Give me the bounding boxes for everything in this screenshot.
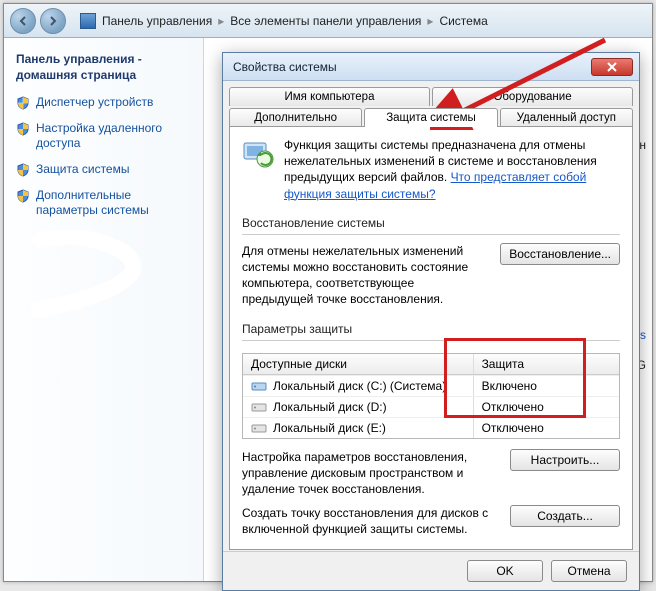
breadcrumb-label: Все элементы панели управления	[230, 14, 421, 28]
sidebar-item-label: Защита системы	[36, 162, 129, 178]
breadcrumb-label: Система	[439, 14, 487, 28]
drive-status: Отключено	[474, 418, 619, 438]
dialog-titlebar[interactable]: Свойства системы	[223, 53, 639, 81]
toolbar: Панель управления ▸ Все элементы панели у…	[4, 4, 652, 38]
drive-name: Локальный диск (E:)	[273, 421, 386, 435]
sidebar-heading: Панель управления - домашняя страница	[16, 52, 191, 83]
table-row[interactable]: Локальный диск (C:) (Система) Включено	[243, 375, 619, 396]
table-row[interactable]: Локальный диск (D:) Отключено	[243, 396, 619, 417]
sidebar: Панель управления - домашняя страница Ди…	[4, 38, 204, 581]
create-button[interactable]: Создать...	[510, 505, 620, 527]
breadcrumb-item[interactable]: Система	[439, 14, 487, 28]
breadcrumb-item[interactable]: Панель управления ▸	[102, 14, 224, 28]
shield-icon	[16, 122, 30, 136]
sidebar-item-system-protection[interactable]: Защита системы	[16, 162, 191, 178]
col-header-status: Защита	[474, 354, 619, 374]
chevron-right-icon: ▸	[427, 14, 433, 28]
tab-label: Удаленный доступ	[517, 112, 616, 124]
configure-description: Настройка параметров восстановления, упр…	[242, 449, 498, 498]
create-description: Создать точку восстановления для дисков …	[242, 505, 498, 537]
restore-description: Для отмены нежелательных изменений систе…	[242, 243, 488, 308]
table-row[interactable]: Локальный диск (E:) Отключено	[243, 417, 619, 438]
tab-label: Защита системы	[386, 112, 476, 124]
col-header-drive: Доступные диски	[243, 354, 474, 374]
drive-status: Отключено	[474, 397, 619, 417]
chevron-right-icon: ▸	[218, 14, 224, 28]
cancel-button[interactable]: Отмена	[551, 560, 627, 582]
system-protection-icon	[242, 137, 274, 169]
close-icon	[606, 62, 618, 72]
shield-icon	[16, 96, 30, 110]
back-button[interactable]	[10, 8, 36, 34]
drive-icon	[251, 422, 267, 434]
tab-strip: Имя компьютера Оборудование Дополнительн…	[223, 81, 639, 127]
arrow-left-icon	[17, 15, 29, 27]
breadcrumb-label: Панель управления	[102, 14, 212, 28]
configure-button[interactable]: Настроить...	[510, 449, 620, 471]
drive-name: Локальный диск (C:) (Система)	[273, 379, 446, 393]
sidebar-item-advanced-settings[interactable]: Дополнительные параметры системы	[16, 188, 191, 219]
dialog-title: Свойства системы	[233, 60, 591, 74]
breadcrumb: Панель управления ▸ Все элементы панели у…	[80, 13, 488, 29]
tab-advanced[interactable]: Дополнительно	[229, 108, 362, 127]
sidebar-item-device-manager[interactable]: Диспетчер устройств	[16, 95, 191, 111]
system-properties-dialog: Свойства системы Имя компьютера Оборудов…	[222, 52, 640, 591]
control-panel-icon	[80, 13, 96, 29]
group-protection-title: Параметры защиты	[242, 322, 620, 336]
tab-computer-name[interactable]: Имя компьютера	[229, 87, 430, 106]
tab-hardware[interactable]: Оборудование	[432, 87, 633, 106]
close-button[interactable]	[591, 58, 633, 76]
ok-button[interactable]: OK	[467, 560, 543, 582]
sidebar-item-label: Настройка удаленного доступа	[36, 121, 191, 152]
tab-panel-system-protection: Функция защиты системы предназначена для…	[229, 126, 633, 550]
sidebar-item-label: Диспетчер устройств	[36, 95, 153, 111]
sidebar-item-label: Дополнительные параметры системы	[36, 188, 191, 219]
drives-table[interactable]: Доступные диски Защита Локальный диск (C…	[242, 353, 620, 439]
info-text: Функция защиты системы предназначена для…	[284, 137, 620, 202]
forward-button[interactable]	[40, 8, 66, 34]
drive-name: Локальный диск (D:)	[273, 400, 387, 414]
tab-label: Имя компьютера	[285, 91, 375, 103]
drive-icon	[251, 401, 267, 413]
shield-icon	[16, 163, 30, 177]
drive-icon	[251, 380, 267, 392]
tab-system-protection[interactable]: Защита системы	[364, 108, 497, 127]
drive-status: Включено	[474, 376, 619, 396]
arrow-right-icon	[47, 15, 59, 27]
breadcrumb-item[interactable]: Все элементы панели управления ▸	[230, 14, 433, 28]
sidebar-item-remote-access[interactable]: Настройка удаленного доступа	[16, 121, 191, 152]
tab-label: Дополнительно	[254, 112, 337, 124]
tab-label: Оборудование	[493, 91, 571, 103]
tab-remote[interactable]: Удаленный доступ	[500, 108, 633, 127]
shield-icon	[16, 189, 30, 203]
group-restore-title: Восстановление системы	[242, 216, 620, 230]
restore-button[interactable]: Восстановление...	[500, 243, 620, 265]
